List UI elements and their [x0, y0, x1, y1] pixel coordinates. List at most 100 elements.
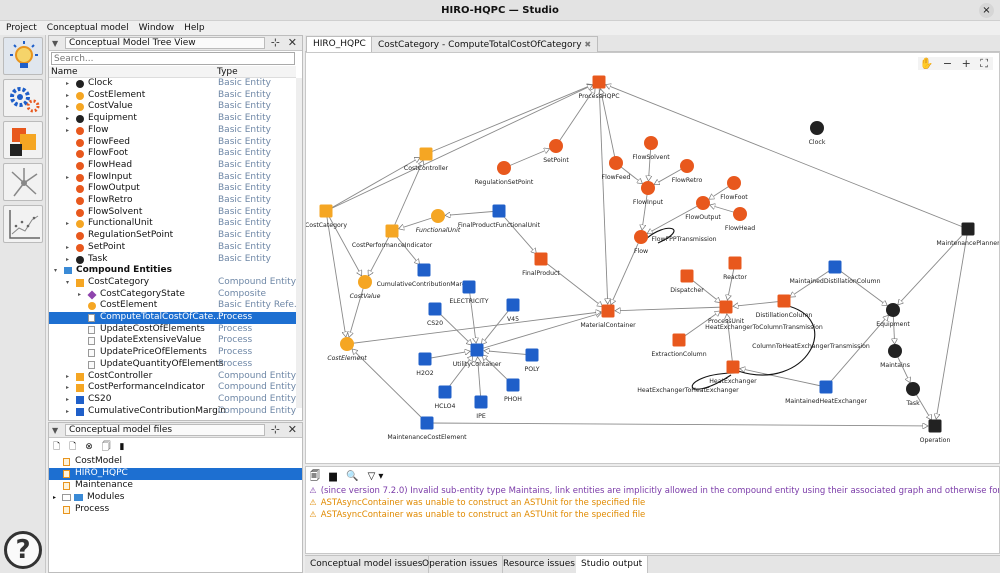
graph-node-flowretro[interactable]: FlowRetro [672, 159, 703, 184]
graph-node-dispatcher[interactable]: Dispatcher [670, 269, 704, 295]
tab-hiro-hqpc[interactable]: HIRO_HQPC [306, 36, 373, 52]
graph-node-cs20[interactable]: CS20 [427, 302, 443, 328]
tree-view-title[interactable]: Conceptual Model Tree View [65, 37, 265, 49]
graph-node-maintenancecostelement[interactable]: MaintenanceCostElement [387, 416, 467, 442]
graph-node-heatexchangertoheatexchanger[interactable]: HeatExchangerToHeatExchanger [637, 387, 739, 394]
menu-conceptual-model[interactable]: Conceptual model [41, 21, 133, 35]
graph-node-flowfoot[interactable]: FlowFoot [720, 176, 748, 201]
graph-node-extractioncolumn[interactable]: ExtractionColumn [651, 333, 707, 359]
graph-node-costcategory[interactable]: CostCategory [306, 204, 347, 230]
tree-row[interactable]: FlowFoot Basic Entity [49, 148, 296, 160]
graph-node-clock[interactable]: Clock [809, 121, 826, 146]
column-header-type[interactable]: Type [217, 66, 238, 78]
pin-icon[interactable]: ⊹ [271, 36, 280, 49]
help-button[interactable]: ? [4, 531, 42, 569]
expand-arrow-icon[interactable]: ▸ [78, 289, 81, 301]
expanded-arrow-icon[interactable]: ▾ [66, 277, 69, 289]
tree-row[interactable]: ▸ Equipment Basic Entity [49, 113, 296, 125]
tree-row[interactable]: ▸ CostController Compound Entity [49, 371, 296, 383]
tree-row[interactable]: UpdateCostOfElements Process [49, 324, 296, 336]
tree-row[interactable]: ComputeTotalCostOfCate... Process [49, 312, 296, 324]
tree-search-input[interactable] [51, 52, 295, 65]
graph-node-reactor[interactable]: Reactor [723, 256, 747, 282]
file-row[interactable]: Maintenance [49, 480, 302, 492]
tree-row[interactable]: ▸ CostElement Basic Entity [49, 90, 296, 102]
relation-edge[interactable] [468, 286, 476, 343]
expand-arrow-icon[interactable]: ▸ [66, 172, 69, 184]
close-panel-icon[interactable]: ✕ [288, 423, 297, 436]
tree-row[interactable]: UpdatePriceOfElements Process [49, 347, 296, 359]
graph-node-operation[interactable]: Operation [920, 419, 951, 445]
console-message[interactable]: ⚠ ASTAsyncContainer was unable to constr… [308, 509, 645, 521]
graph-node-setpoint[interactable]: SetPoint [543, 139, 569, 164]
graph-node-equipment[interactable]: Equipment [876, 303, 910, 328]
graph-node-flowfppt[interactable]: FlowFPPTransmission [651, 236, 716, 243]
relation-edge[interactable] [476, 313, 601, 351]
file-row[interactable]: HIRO_HQPC [49, 468, 302, 480]
graph-node-processunit[interactable]: ProcessUnit [708, 300, 745, 326]
rail-button-settings[interactable] [3, 79, 43, 117]
files-panel-title[interactable]: Conceptual model files [65, 424, 265, 436]
rail-button-graph[interactable] [3, 163, 43, 201]
expand-arrow-icon[interactable]: ▸ [66, 394, 69, 406]
expand-arrow-icon[interactable]: ▸ [66, 125, 69, 137]
graph-node-h2o2[interactable]: H2O2 [416, 352, 434, 378]
relation-edge[interactable] [424, 351, 470, 360]
relation-edge[interactable] [426, 422, 928, 426]
file-row[interactable]: CostModel [49, 456, 302, 468]
expand-arrow-icon[interactable]: ▸ [66, 218, 69, 230]
tab-resource-issues[interactable]: Resource issues [498, 556, 581, 573]
tree-row[interactable]: ▸ Flow Basic Entity [49, 125, 296, 137]
graph-node-v45[interactable]: V45 [506, 298, 520, 324]
expand-arrow-icon[interactable]: ▸ [66, 242, 69, 254]
tree-row[interactable]: ▾ Compound Entities [49, 265, 296, 277]
menu-help[interactable]: Help [178, 21, 209, 35]
column-header-name[interactable]: Name [51, 66, 78, 78]
expand-arrow-icon[interactable]: ▸ [66, 78, 69, 90]
tab-conceptual-model-issues[interactable]: Conceptual model issues [305, 556, 429, 573]
menu-project[interactable]: Project [0, 21, 41, 35]
file-row[interactable]: ▸ Modules [49, 492, 302, 504]
rail-button-concepts[interactable] [3, 37, 43, 75]
dropdown-arrow-icon[interactable]: ▼ [52, 39, 58, 48]
relation-edge[interactable] [349, 281, 366, 337]
file-row[interactable]: Process [49, 504, 302, 516]
tree-row[interactable]: ▸ CostPerformanceIndicator Compound Entity [49, 382, 296, 394]
dropdown-arrow-icon[interactable]: ▼ [52, 426, 58, 435]
graph-node-costelement[interactable]: CostElement [327, 337, 367, 362]
expand-arrow-icon[interactable]: ▸ [66, 371, 69, 383]
graph-node-flowoutput[interactable]: FlowOutput [685, 196, 721, 221]
pin-icon[interactable]: ⊹ [271, 423, 280, 436]
expand-arrow-icon[interactable]: ▸ [66, 406, 69, 418]
relation-edge[interactable] [368, 230, 393, 276]
graph-node-flowsolvent[interactable]: FlowSolvent [632, 136, 670, 161]
relation-edge[interactable] [733, 300, 785, 306]
expand-arrow-icon[interactable]: ▸ [66, 254, 69, 266]
relation-edge[interactable] [445, 210, 500, 215]
tree-row[interactable]: ▸ CumulativeContributionMargin Compound En… [49, 406, 296, 418]
tab-operation-issues[interactable]: Operation issues [417, 556, 504, 573]
relation-edge[interactable] [540, 258, 602, 307]
menu-window[interactable]: Window [133, 21, 179, 35]
console-message[interactable]: ⚠ (since version 7.2.0) Invalid sub-enti… [308, 485, 999, 497]
tree-row[interactable]: ▾ CostCategory Compound Entity [49, 277, 296, 289]
rail-button-model[interactable] [3, 121, 43, 159]
graph-node-phoh[interactable]: PHOH [504, 378, 522, 404]
graph-node-maintaineddistillationcolumn[interactable]: MaintainedDistillationColumn [790, 260, 881, 286]
relation-edge[interactable] [346, 312, 601, 345]
files-toolbar[interactable]: 🗋 🗋 ⊗ 🗍 ▮ [53, 439, 127, 452]
close-window-button[interactable]: × [979, 3, 994, 18]
graph-node-finalproduct[interactable]: FinalProduct [522, 252, 560, 278]
graph-node-utilitycontainer[interactable]: UtilityContainer [453, 343, 502, 369]
console-toolbar[interactable]: 🗐 ▆ 🔍 ▽▾ [310, 469, 386, 482]
entity-graph[interactable]: ProcessHQPC Clock CostController SetPoint Re… [306, 53, 999, 463]
tree-row[interactable]: FlowFeed Basic Entity [49, 137, 296, 149]
graph-node-finalproductfunctionalunit[interactable]: FinalProductFunctionalUnit [458, 204, 541, 230]
graph-node-cumulativecontributionmargin[interactable]: CumulativeContributionMargin [377, 263, 472, 289]
graph-node-task[interactable]: Task [905, 382, 920, 407]
expand-arrow-icon[interactable]: ▸ [66, 101, 69, 113]
tree-row[interactable]: FlowRetro Basic Entity [49, 195, 296, 207]
tree-row[interactable]: RegulationSetPoint Basic Entity [49, 230, 296, 242]
expand-arrow-icon[interactable]: ▸ [66, 90, 69, 102]
tree-row[interactable]: ▸ Clock Basic Entity [49, 78, 296, 90]
